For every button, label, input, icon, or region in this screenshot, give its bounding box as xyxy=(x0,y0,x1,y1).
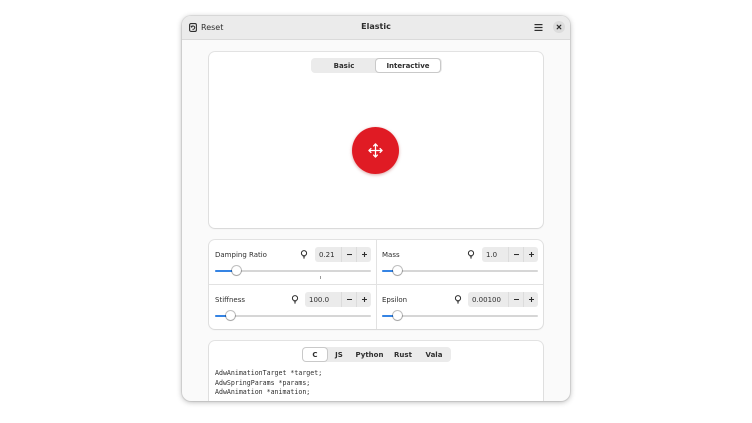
plus-icon xyxy=(528,251,535,258)
lightbulb-icon[interactable] xyxy=(300,250,308,259)
code-line: AdwAnimation *animation; xyxy=(215,388,311,396)
damping-ratio-slider[interactable] xyxy=(215,266,371,279)
minus-icon xyxy=(513,251,520,258)
slider-mark xyxy=(320,276,321,279)
mass-spinner: 1.0 xyxy=(482,247,538,262)
draggable-ball[interactable] xyxy=(352,127,399,174)
slider-knob[interactable] xyxy=(226,311,235,320)
slider-knob[interactable] xyxy=(393,311,402,320)
stiffness-label: Stiffness xyxy=(215,296,245,304)
epsilon-decrease-button[interactable] xyxy=(508,292,523,307)
close-button[interactable] xyxy=(553,21,565,33)
damping-increase-button[interactable] xyxy=(356,247,371,262)
close-icon xyxy=(553,21,565,33)
lightbulb-icon[interactable] xyxy=(291,295,299,304)
code-line: AdwAnimationTarget *target; xyxy=(215,369,323,377)
stiffness-value[interactable]: 100.0 xyxy=(305,292,341,307)
header-bar: Reset Elastic xyxy=(182,16,570,40)
damping-ratio-label: Damping Ratio xyxy=(215,251,267,259)
slider-knob[interactable] xyxy=(232,266,241,275)
epsilon-slider[interactable] xyxy=(382,311,538,321)
tab-basic[interactable]: Basic xyxy=(312,59,376,72)
preview-mode-switcher: Basic Interactive xyxy=(311,58,442,73)
minus-icon xyxy=(346,251,353,258)
mass-label: Mass xyxy=(382,251,400,259)
app-window: Reset Elastic Basic Interactive Damping … xyxy=(182,16,570,401)
spring-parameters-card: Damping Ratio 0.21 Mass 1.0 Stiffness 10… xyxy=(209,240,543,329)
damping-decrease-button[interactable] xyxy=(341,247,356,262)
plus-icon xyxy=(528,296,535,303)
minus-icon xyxy=(513,296,520,303)
lightbulb-icon[interactable] xyxy=(467,250,475,259)
code-snippet-card: C JS Python Rust Vala AdwAnimationTarget… xyxy=(209,341,543,401)
epsilon-value[interactable]: 0.00100 xyxy=(468,292,508,307)
language-switcher: C JS Python Rust Vala xyxy=(302,347,451,362)
tab-c[interactable]: C xyxy=(303,348,327,361)
damping-ratio-spinner: 0.21 xyxy=(315,247,371,262)
reset-label: Reset xyxy=(201,23,224,32)
stiffness-slider[interactable] xyxy=(215,311,371,321)
slider-trough xyxy=(215,315,371,317)
mass-slider[interactable] xyxy=(382,266,538,276)
stiffness-spinner: 100.0 xyxy=(305,292,371,307)
lightbulb-icon[interactable] xyxy=(454,295,462,304)
row-divider xyxy=(209,284,543,285)
code-line: AdwSpringParams *params; xyxy=(215,378,311,387)
plus-icon xyxy=(361,251,368,258)
stiffness-decrease-button[interactable] xyxy=(341,292,356,307)
slider-knob[interactable] xyxy=(393,266,402,275)
mass-value[interactable]: 1.0 xyxy=(482,247,508,262)
tab-interactive[interactable]: Interactive xyxy=(376,59,440,72)
damping-ratio-value[interactable]: 0.21 xyxy=(315,247,341,262)
window-title: Elastic xyxy=(361,22,391,31)
tab-rust[interactable]: Rust xyxy=(388,348,418,361)
reset-button[interactable]: Reset xyxy=(189,20,223,35)
hamburger-menu-icon xyxy=(533,22,544,33)
reset-icon xyxy=(189,23,197,32)
tab-vala[interactable]: Vala xyxy=(418,348,450,361)
mass-decrease-button[interactable] xyxy=(508,247,523,262)
slider-trough xyxy=(382,315,538,317)
tab-js[interactable]: JS xyxy=(327,348,351,361)
preview-card: Basic Interactive xyxy=(209,52,543,228)
tab-python[interactable]: Python xyxy=(351,348,388,361)
stiffness-increase-button[interactable] xyxy=(356,292,371,307)
slider-trough xyxy=(382,270,538,272)
epsilon-label: Epsilon xyxy=(382,296,408,304)
main-menu-button[interactable] xyxy=(533,22,544,33)
code-view[interactable]: AdwAnimationTarget *target; AdwSpringPara… xyxy=(215,369,322,398)
mass-increase-button[interactable] xyxy=(523,247,538,262)
plus-icon xyxy=(361,296,368,303)
epsilon-increase-button[interactable] xyxy=(523,292,538,307)
minus-icon xyxy=(346,296,353,303)
epsilon-spinner: 0.00100 xyxy=(468,292,538,307)
